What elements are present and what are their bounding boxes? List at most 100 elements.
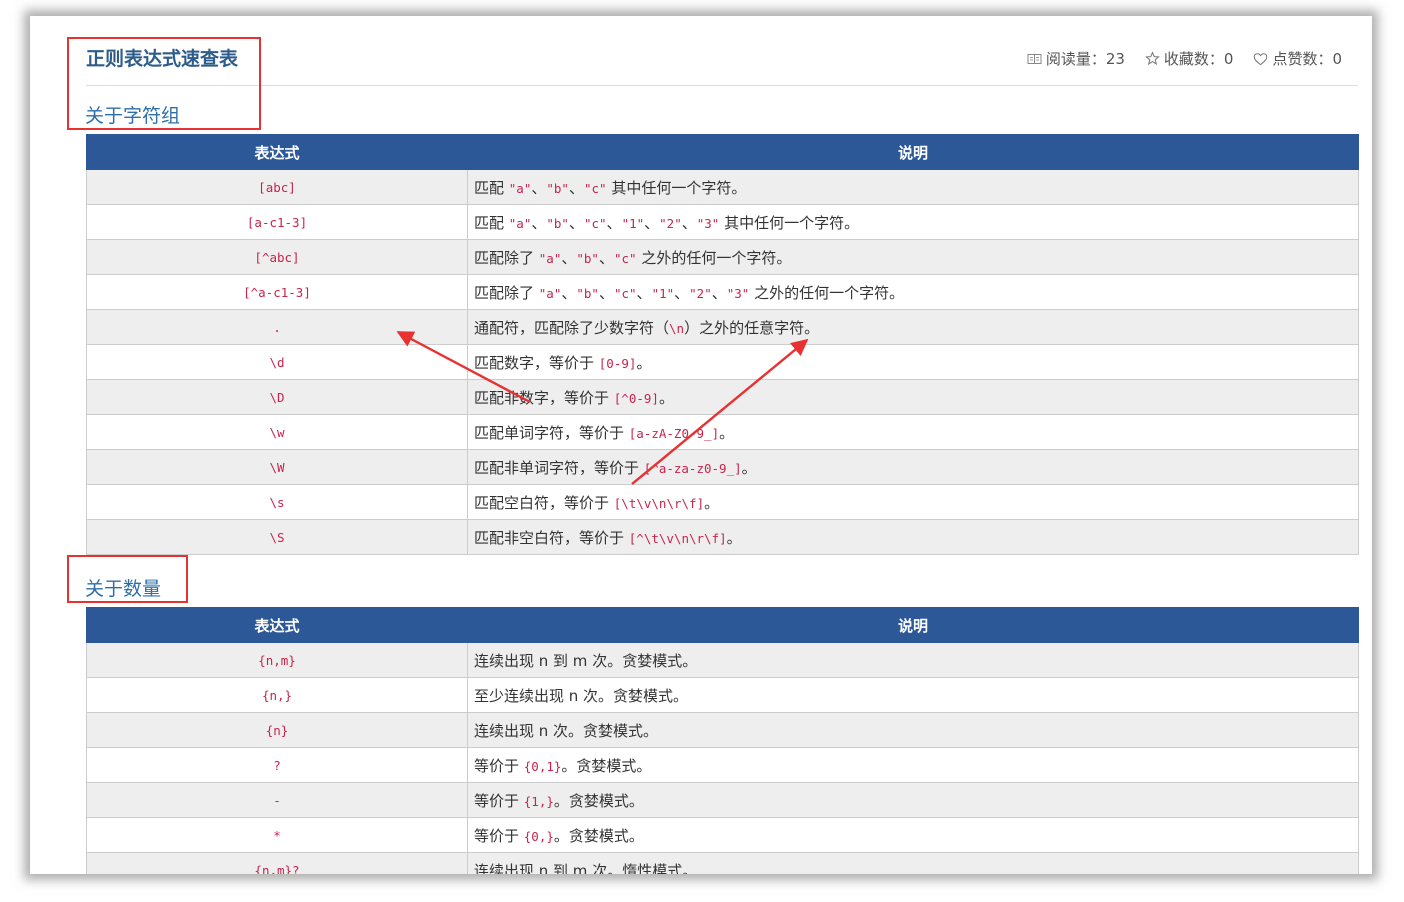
description-text: 。: [658, 388, 674, 407]
description-text: 、: [531, 213, 547, 232]
description-cell: 至少连续出现 n 次。贪婪模式。: [467, 677, 1359, 713]
inline-code: "c": [613, 250, 637, 266]
expression-cell: -: [86, 782, 468, 818]
expression-cell: [^abc]: [86, 239, 468, 275]
table-header-row: 表达式 说明: [86, 607, 1359, 643]
description-text: 之外的任何一个字符。: [749, 283, 905, 302]
inline-code: "b": [576, 250, 599, 266]
expression-cell: [abc]: [86, 169, 468, 205]
description-text: 、: [561, 283, 577, 302]
description-cell: 匹配非单词字符，等价于 [^a-za-z0-9_]。: [467, 449, 1359, 485]
inline-code: "2": [689, 285, 712, 301]
description-text: 、: [644, 213, 660, 232]
description-cell: 匹配非数字，等价于 [^0-9]。: [467, 379, 1359, 415]
favorite-count-text: 收藏数：0: [1163, 50, 1234, 68]
description-text: 。: [726, 528, 742, 547]
inline-code: "a": [538, 285, 562, 301]
quantity-table-body: {n,m} 连续出现 n 到 m 次。贪婪模式。 {n,} 至少连续出现 n 次。贪婪…: [86, 642, 1359, 875]
description-text: 、: [568, 178, 584, 197]
description-cell: 匹配非空白符，等价于 [^\t\v\n\r\f]。: [467, 519, 1359, 555]
inline-code: {1,}: [523, 793, 554, 809]
description-text: 、: [598, 248, 614, 267]
article-frame: 正则表达式速查表 阅读量：23 收藏数：0 点赞数：0 关于字符组 表达式 说明…: [30, 16, 1372, 874]
read-count: 阅读量：23: [1027, 48, 1125, 69]
table-header-row: 表达式 说明: [86, 134, 1359, 170]
inline-code: "3": [726, 285, 750, 301]
description-text: 匹配: [474, 213, 509, 232]
table-row: \S 匹配非空白符，等价于 [^\t\v\n\r\f]。: [86, 519, 1359, 555]
description-text: 连续出现 n 次。贪婪模式。: [474, 721, 659, 740]
like-count[interactable]: 点赞数：0: [1253, 48, 1342, 69]
table-row: \s 匹配空白符，等价于 [\t\v\n\r\f]。: [86, 484, 1359, 520]
table-row: ? 等价于 {0,1}。贪婪模式。: [86, 747, 1359, 783]
column-header-expression: 表达式: [86, 134, 468, 170]
inline-code: [^\t\v\n\r\f]: [628, 530, 727, 546]
inline-code: "c": [583, 180, 607, 196]
description-text: 至少连续出现 n 次。贪婪模式。: [474, 686, 689, 705]
inline-code: "1": [651, 285, 675, 301]
table-row: [^a-c1-3] 匹配除了 "a"、"b"、"c"、"1"、"2"、"3" 之外…: [86, 274, 1359, 310]
inline-code: "b": [576, 285, 599, 301]
description-text: 匹配除了: [474, 248, 539, 267]
description-text: 匹配单词字符，等价于: [474, 423, 629, 442]
description-text: 匹配除了: [474, 283, 539, 302]
expression-cell: \S: [86, 519, 468, 555]
inline-code: "c": [583, 215, 607, 231]
title-divider: [86, 85, 1358, 86]
description-text: 之外的任何一个字符。: [636, 248, 792, 267]
description-text: 连续出现 n 到 m 次。惰性模式。: [474, 861, 698, 875]
description-text: 、: [674, 283, 690, 302]
description-text: 匹配非数字，等价于: [474, 388, 614, 407]
read-count-text: 阅读量：23: [1045, 50, 1125, 68]
table-row: {n,m} 连续出现 n 到 m 次。贪婪模式。: [86, 642, 1359, 678]
description-text: 。贪婪模式。: [553, 791, 644, 810]
description-text: 、: [711, 283, 727, 302]
star-icon: [1144, 51, 1160, 66]
inline-code: "c": [613, 285, 637, 301]
table-row: \D 匹配非数字，等价于 [^0-9]。: [86, 379, 1359, 415]
description-text: 、: [636, 283, 652, 302]
description-text: 匹配空白符，等价于: [474, 493, 614, 512]
description-text: 。贪婪模式。: [561, 756, 652, 775]
table-row: \d 匹配数字，等价于 [0-9]。: [86, 344, 1359, 380]
description-cell: 等价于 {1,}。贪婪模式。: [467, 782, 1359, 818]
table-row: [^abc] 匹配除了 "a"、"b"、"c" 之外的任何一个字符。: [86, 239, 1359, 275]
description-text: 等价于: [474, 791, 524, 810]
column-header-expression: 表达式: [86, 607, 468, 643]
table-row: . 通配符，匹配除了少数字符（\n）之外的任意字符。: [86, 309, 1359, 345]
description-cell: 连续出现 n 次。贪婪模式。: [467, 712, 1359, 748]
favorite-count[interactable]: 收藏数：0: [1144, 48, 1234, 69]
description-text: 匹配非空白符，等价于: [474, 528, 629, 547]
inline-code: {0,1}: [523, 758, 562, 774]
description-text: 。: [741, 458, 757, 477]
inline-code: "a": [508, 215, 532, 231]
description-text: 。: [719, 423, 735, 442]
table-row: \w 匹配单词字符，等价于 [a-zA-Z0-9_]。: [86, 414, 1359, 450]
expression-cell: {n,m}?: [86, 852, 468, 874]
expression-cell: ?: [86, 747, 468, 783]
description-cell: 连续出现 n 到 m 次。惰性模式。: [467, 852, 1359, 875]
expression-cell: [a-c1-3]: [86, 204, 468, 240]
description-text: 等价于: [474, 756, 524, 775]
column-header-description: 说明: [467, 607, 1359, 643]
description-text: 、: [598, 283, 614, 302]
table-row: {n,m}? 连续出现 n 到 m 次。惰性模式。: [86, 852, 1359, 875]
table-row: {n} 连续出现 n 次。贪婪模式。: [86, 712, 1359, 748]
expression-cell: \s: [86, 484, 468, 520]
description-text: 等价于: [474, 826, 524, 845]
charset-table: 表达式 说明 [abc] 匹配 "a"、"b"、"c" 其中任何一个字符。 [a-c…: [86, 134, 1359, 555]
description-text: 、: [561, 248, 577, 267]
description-text: 匹配: [474, 178, 509, 197]
description-cell: 等价于 {0,1}。贪婪模式。: [467, 747, 1359, 783]
description-text: 。贪婪模式。: [553, 826, 644, 845]
inline-code: "3": [696, 215, 720, 231]
description-text: 、: [606, 213, 622, 232]
description-text: 匹配数字，等价于: [474, 353, 599, 372]
description-cell: 匹配 "a"、"b"、"c"、"1"、"2"、"3" 其中任何一个字符。: [467, 204, 1359, 240]
expression-cell: {n}: [86, 712, 468, 748]
inline-code: "a": [538, 250, 562, 266]
inline-code: [\t\v\n\r\f]: [613, 495, 705, 511]
description-text: 、: [568, 213, 584, 232]
expression-cell: {n,}: [86, 677, 468, 713]
table-row: \W 匹配非单词字符，等价于 [^a-za-z0-9_]。: [86, 449, 1359, 485]
